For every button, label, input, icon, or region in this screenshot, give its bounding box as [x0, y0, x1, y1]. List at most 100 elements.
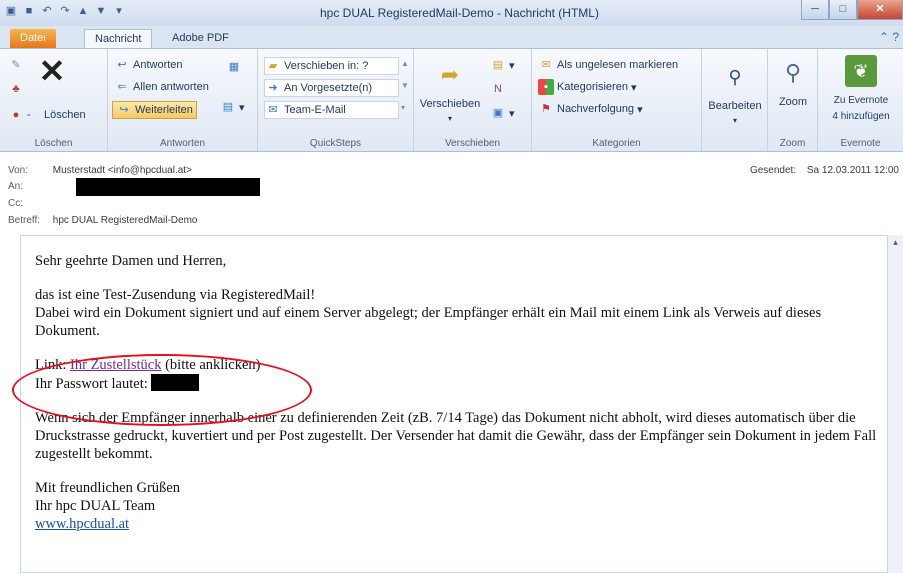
group-verschieben: ➦ Verschieben ▾ ▤ ▾ N ▣ ▾ Verschieben [414, 49, 532, 151]
up-arrow-icon[interactable]: ▲ [76, 4, 90, 18]
envelope-icon: ✉ [541, 59, 551, 71]
magnifier-icon: ⚲ [784, 60, 802, 85]
quickstep-to-manager[interactable]: ➜ An Vorgesetzte(n) [264, 79, 399, 97]
reply-all-label: Allen antworten [133, 81, 209, 93]
rules-icon: ▤ [492, 59, 504, 71]
sent-row: Gesendet: Sa 12.03.2011 12:00 [750, 165, 899, 176]
window-controls: ─ □ ✕ [801, 0, 903, 20]
mark-unread-button[interactable]: ✉ Als ungelesen markieren [538, 57, 678, 73]
to-row: An: [8, 181, 50, 192]
flag-icon: ⚑ [541, 103, 551, 115]
actions-button[interactable]: ▣ ▾ [490, 105, 515, 121]
rules-button[interactable]: ▤ ▾ [490, 57, 515, 73]
tab-nachricht[interactable]: Nachricht [84, 29, 153, 48]
zoom-button[interactable]: ⚲ Zoom [772, 57, 814, 109]
window-title: hpc DUAL RegisteredMail-Demo - Nachricht… [320, 6, 599, 20]
message-scrollbar[interactable]: ▴ [887, 235, 903, 573]
ignore-icon[interactable]: ✎ [8, 57, 24, 73]
forward-icon: ↪ [119, 104, 129, 116]
ribbon-tabs: Datei Nachricht Adobe PDF ⌃ ? [0, 26, 903, 48]
message-body[interactable]: Sehr geehrte Damen und Herren, das ist e… [20, 235, 900, 573]
message-text: Sehr geehrte Damen und Herren, das ist e… [35, 252, 885, 533]
tab-datei[interactable]: Datei [10, 29, 56, 48]
ribbon: ✎ ♣ ● - ✕ Löschen Löschen ↩ Antworten ⇐ A… [0, 48, 903, 152]
undo-icon[interactable]: ↶ [40, 4, 54, 18]
categorize-icon: ▪ [538, 79, 554, 95]
from-label: Von: [8, 165, 29, 176]
group-label-verschieben: Verschieben [444, 138, 501, 149]
reply-button[interactable]: ↩ Antworten [114, 57, 182, 73]
quickstep-expand[interactable]: ▾ [401, 103, 405, 112]
reply-all-button[interactable]: ⇐ Allen antworten [114, 79, 209, 95]
more-reply-button[interactable]: ▤ ▾ [220, 99, 245, 115]
subject-row: Betreff: hpc DUAL RegisteredMail-Demo [8, 215, 197, 226]
quick-access-toolbar: ▣ ■ ↶ ↷ ▲ ▼ ▾ [4, 4, 126, 18]
redo-icon[interactable]: ↷ [58, 4, 72, 18]
zustellstueck-link[interactable]: Ihr Zustellstück [70, 357, 161, 373]
close-button[interactable]: ✕ [857, 0, 903, 20]
group-evernote: ❦ Zu Evernote 4 hinzufügen Evernote [818, 49, 903, 151]
group-label-loeschen: Löschen [34, 138, 73, 149]
from-value[interactable]: Musterstadt <info@hpcdual.at> [53, 165, 192, 176]
group-loeschen: ✎ ♣ ● - ✕ Löschen Löschen [0, 49, 108, 151]
folder-move-icon: ▰ [268, 60, 278, 72]
more-icon: ▤ [222, 101, 234, 113]
subject-label: Betreff: [8, 215, 41, 226]
sent-label: Gesendet: [749, 165, 797, 176]
meeting-reply-button[interactable]: ▦ [226, 59, 242, 75]
move-button[interactable]: ➦ Verschieben ▾ [420, 59, 481, 123]
info-paragraph: Wenn sich der Empfänger innerhalb einer … [35, 410, 877, 462]
maximize-button[interactable]: □ [829, 0, 857, 20]
reply-all-icon: ⇐ [117, 81, 127, 93]
delete-label[interactable]: Löschen [44, 109, 86, 121]
group-label-quicksteps: QuickSteps [309, 138, 362, 149]
redacted-recipient [76, 178, 260, 196]
quickstep-move-to[interactable]: ▰ Verschieben in: ? [264, 57, 399, 75]
binoculars-icon: ⚲ [728, 67, 742, 87]
followup-button[interactable]: ⚑ Nachverfolgung ▾ [538, 101, 643, 117]
password-label: Ihr Passwort lautet: [35, 376, 152, 392]
group-bearbeiten: ⚲ Bearbeiten ▾ [702, 49, 768, 151]
quickstep-team-mail[interactable]: ✉ Team-E-Mail [264, 101, 399, 119]
message-header: Von: Musterstadt <info@hpcdual.at> An: C… [0, 153, 903, 233]
delete-button[interactable]: ✕ [36, 55, 68, 87]
link-paragraph: Link: Ihr Zustellstück (bitte anklicken)… [35, 357, 261, 392]
tab-adobe-pdf[interactable]: Adobe PDF [162, 29, 239, 48]
cc-row: Cc: [8, 198, 50, 209]
junk-button[interactable]: ● - [8, 107, 31, 123]
title-bar: ▣ ■ ↶ ↷ ▲ ▼ ▾ hpc DUAL RegisteredMail-De… [0, 0, 903, 26]
quickstep-scroll-down[interactable]: ▼ [401, 81, 409, 90]
group-label-kategorien: Kategorien [592, 138, 641, 149]
actions-icon: ▣ [492, 107, 504, 119]
categorize-button[interactable]: ▪ Kategorisieren ▾ [538, 79, 636, 95]
group-kategorien: ✉ Als ungelesen markieren ▪ Kategorisier… [532, 49, 702, 151]
manager-icon: ➜ [268, 82, 278, 94]
sent-value: Sa 12.03.2011 12:00 [806, 165, 899, 176]
subject-value: hpc DUAL RegisteredMail-Demo [52, 215, 198, 226]
outlook-icon: ▣ [5, 5, 17, 17]
save-icon[interactable]: ■ [22, 4, 36, 18]
group-label-zoom: Zoom [779, 138, 806, 149]
calendar-icon: ▦ [228, 61, 240, 73]
help-icon[interactable]: ⌃ ? [879, 30, 899, 44]
group-label-evernote: Evernote [840, 138, 881, 149]
redacted-password [151, 374, 200, 391]
minimize-button[interactable]: ─ [801, 0, 829, 20]
scroll-up-arrow-icon[interactable]: ▴ [889, 237, 902, 250]
evernote-icon: ❦ [845, 55, 877, 87]
down-arrow-icon[interactable]: ▼ [94, 4, 108, 18]
reply-icon: ↩ [117, 59, 127, 71]
group-quicksteps: ▰ Verschieben in: ? ➜ An Vorgesetzte(n) … [258, 49, 414, 151]
cleanup-icon[interactable]: ♣ [8, 81, 24, 97]
from-row: Von: Musterstadt <info@hpcdual.at> [8, 165, 192, 176]
forward-button[interactable]: ↪ Weiterleiten [112, 101, 197, 119]
group-label-antworten: Antworten [159, 138, 206, 149]
website-link[interactable]: www.hpcdual.at [35, 516, 129, 532]
quickstep-scroll-up[interactable]: ▲ [401, 59, 409, 68]
signature: Mit freundlichen Grüßen Ihr hpc DUAL Tea… [35, 480, 180, 532]
evernote-button[interactable]: ❦ Zu Evernote 4 hinzufügen [822, 55, 900, 123]
group-zoom: ⚲ Zoom Zoom [768, 49, 818, 151]
edit-button[interactable]: ⚲ Bearbeiten ▾ [706, 61, 764, 125]
customize-qat-icon[interactable]: ▾ [112, 4, 126, 18]
onenote-button[interactable]: N [490, 81, 506, 97]
